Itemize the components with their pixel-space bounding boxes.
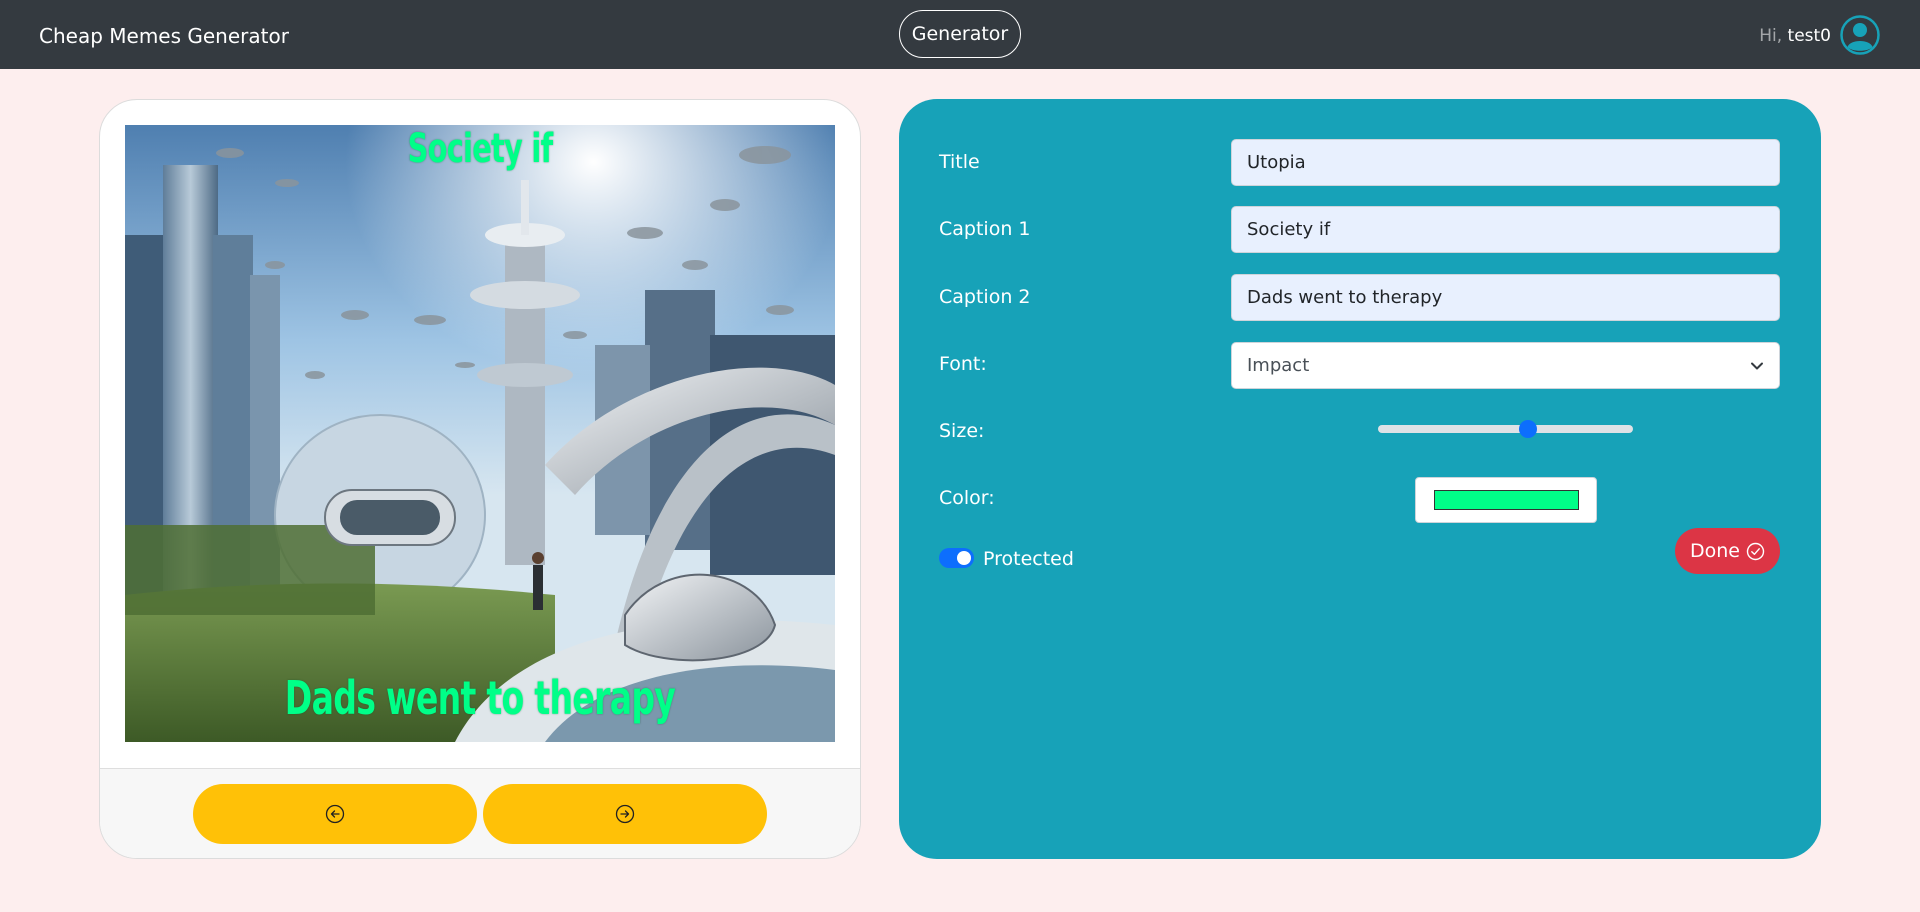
- done-button-label: Done: [1690, 540, 1740, 562]
- size-slider[interactable]: [1378, 420, 1633, 438]
- protected-label: Protected: [983, 548, 1074, 570]
- font-select-value: Impact: [1247, 355, 1310, 376]
- size-label: Size:: [939, 420, 985, 442]
- meme-top-caption: Society if: [407, 126, 553, 172]
- meme-nav-footer: [100, 768, 860, 858]
- protected-toggle[interactable]: [939, 548, 974, 568]
- brand-title[interactable]: Cheap Memes Generator: [39, 24, 289, 48]
- color-label: Color:: [939, 487, 995, 509]
- toggle-knob: [957, 551, 971, 565]
- previous-meme-button[interactable]: [193, 784, 477, 844]
- user-circle-icon[interactable]: [1840, 15, 1880, 55]
- arrow-right-circle-icon: [615, 804, 635, 824]
- caption2-label: Caption 2: [939, 286, 1031, 308]
- greeting-prefix: Hi,: [1759, 26, 1783, 46]
- user-greeting: Hi, test0: [1759, 26, 1831, 46]
- done-button[interactable]: Done: [1675, 528, 1780, 574]
- meme-image: Society if Dads went to therapy: [125, 125, 835, 742]
- color-picker[interactable]: [1415, 477, 1597, 523]
- check-circle-icon: [1746, 542, 1765, 560]
- chevron-down-icon: [1751, 362, 1763, 369]
- username: test0: [1787, 26, 1831, 46]
- meme-settings-panel: Title Caption 1 Caption 2 Font: Impact S…: [899, 99, 1821, 859]
- next-meme-button[interactable]: [483, 784, 767, 844]
- title-input[interactable]: [1231, 139, 1780, 186]
- meme-bottom-caption: Dads went to therapy: [284, 671, 676, 725]
- title-label: Title: [939, 151, 980, 173]
- caption1-input[interactable]: [1231, 206, 1780, 253]
- color-swatch: [1434, 490, 1579, 510]
- generator-button[interactable]: Generator: [899, 10, 1021, 58]
- size-slider-thumb[interactable]: [1519, 420, 1538, 438]
- navbar: Cheap Memes Generator Generator Hi, test…: [0, 0, 1920, 69]
- meme-preview-card: Society if Dads went to therapy: [99, 99, 861, 859]
- caption1-label: Caption 1: [939, 218, 1031, 240]
- font-select[interactable]: Impact: [1231, 342, 1780, 389]
- meme-background-image: [125, 125, 835, 742]
- caption2-input[interactable]: [1231, 274, 1780, 321]
- font-label: Font:: [939, 353, 987, 375]
- arrow-left-circle-icon: [325, 804, 345, 824]
